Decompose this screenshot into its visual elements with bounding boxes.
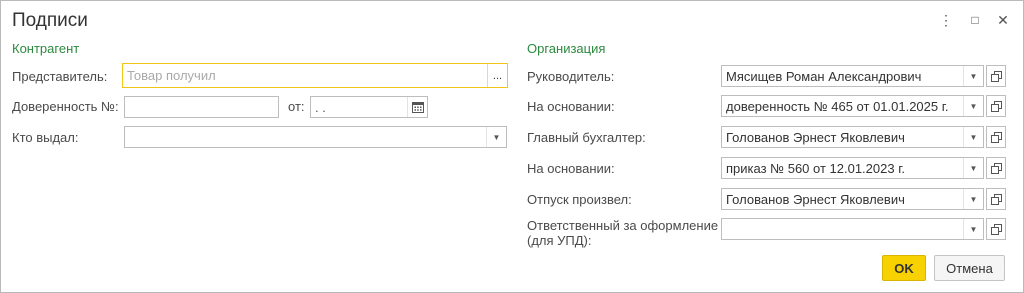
open-window-icon [990, 70, 1002, 82]
issued-by-input[interactable]: ▼ [124, 126, 507, 148]
counterparty-section-title: Контрагент [12, 41, 80, 56]
director-basis-label: На основании: [527, 99, 615, 114]
date-input[interactable]: . . [310, 96, 428, 118]
chevron-down-icon[interactable]: ▼ [963, 189, 983, 209]
chevron-down-icon[interactable]: ▼ [963, 219, 983, 239]
representative-select-button[interactable]: ... [487, 64, 507, 87]
accountant-basis-label: На основании: [527, 161, 615, 176]
director-basis-value: доверенность № 465 от 01.01.2025 г. [726, 98, 949, 114]
organization-section-title: Организация [527, 41, 606, 56]
released-by-label: Отпуск произвел: [527, 192, 632, 207]
open-director-button[interactable] [986, 65, 1006, 87]
responsible-input[interactable]: ▼ [721, 218, 984, 240]
responsible-label-line1: Ответственный за оформление [527, 218, 719, 233]
chevron-down-icon[interactable]: ▼ [963, 66, 983, 86]
chief-accountant-value: Голованов Эрнест Яковлевич [726, 129, 905, 145]
open-director-basis-button[interactable] [986, 95, 1006, 117]
open-window-icon [990, 162, 1002, 174]
close-icon[interactable]: ✕ [994, 11, 1012, 29]
director-basis-input[interactable]: доверенность № 465 от 01.01.2025 г. ▼ [721, 95, 984, 117]
ok-button[interactable]: OK [882, 255, 926, 281]
signatures-dialog: Подписи ⋮ □ ✕ Контрагент Представитель: … [0, 0, 1024, 293]
released-by-value: Голованов Эрнест Яковлевич [726, 191, 905, 207]
representative-placeholder: Товар получил [127, 68, 216, 83]
maximize-icon[interactable]: □ [966, 11, 984, 29]
open-window-icon [990, 223, 1002, 235]
power-of-attorney-input[interactable] [124, 96, 279, 118]
director-value: Мясищев Роман Александрович [726, 68, 922, 84]
date-label: от: [288, 99, 305, 114]
accountant-basis-input[interactable]: приказ № 560 от 12.01.2023 г. ▼ [721, 157, 984, 179]
open-window-icon [990, 193, 1002, 205]
open-responsible-button[interactable] [986, 218, 1006, 240]
chevron-down-icon[interactable]: ▼ [963, 127, 983, 147]
more-actions-icon[interactable]: ⋮ [937, 11, 955, 29]
chevron-down-icon[interactable]: ▼ [963, 96, 983, 116]
director-input[interactable]: Мясищев Роман Александрович ▼ [721, 65, 984, 87]
open-released-by-button[interactable] [986, 188, 1006, 210]
chevron-down-icon[interactable]: ▼ [963, 158, 983, 178]
chevron-down-icon[interactable]: ▼ [486, 127, 506, 147]
accountant-basis-value: приказ № 560 от 12.01.2023 г. [726, 160, 905, 176]
calendar-icon[interactable] [407, 97, 427, 117]
dialog-title: Подписи [12, 10, 88, 31]
power-of-attorney-label: Доверенность №: [12, 99, 119, 114]
open-window-icon [990, 100, 1002, 112]
cancel-button[interactable]: Отмена [934, 255, 1005, 281]
open-chief-accountant-button[interactable] [986, 126, 1006, 148]
representative-label: Представитель: [12, 69, 108, 84]
director-label: Руководитель: [527, 69, 615, 84]
open-accountant-basis-button[interactable] [986, 157, 1006, 179]
issued-by-label: Кто выдал: [12, 130, 79, 145]
open-window-icon [990, 131, 1002, 143]
representative-input[interactable]: Товар получил ... [122, 63, 508, 88]
released-by-input[interactable]: Голованов Эрнест Яковлевич ▼ [721, 188, 984, 210]
chief-accountant-label: Главный бухгалтер: [527, 130, 646, 145]
date-value: . . [315, 99, 326, 115]
chief-accountant-input[interactable]: Голованов Эрнест Яковлевич ▼ [721, 126, 984, 148]
responsible-label-line2: (для УПД): [527, 233, 592, 248]
